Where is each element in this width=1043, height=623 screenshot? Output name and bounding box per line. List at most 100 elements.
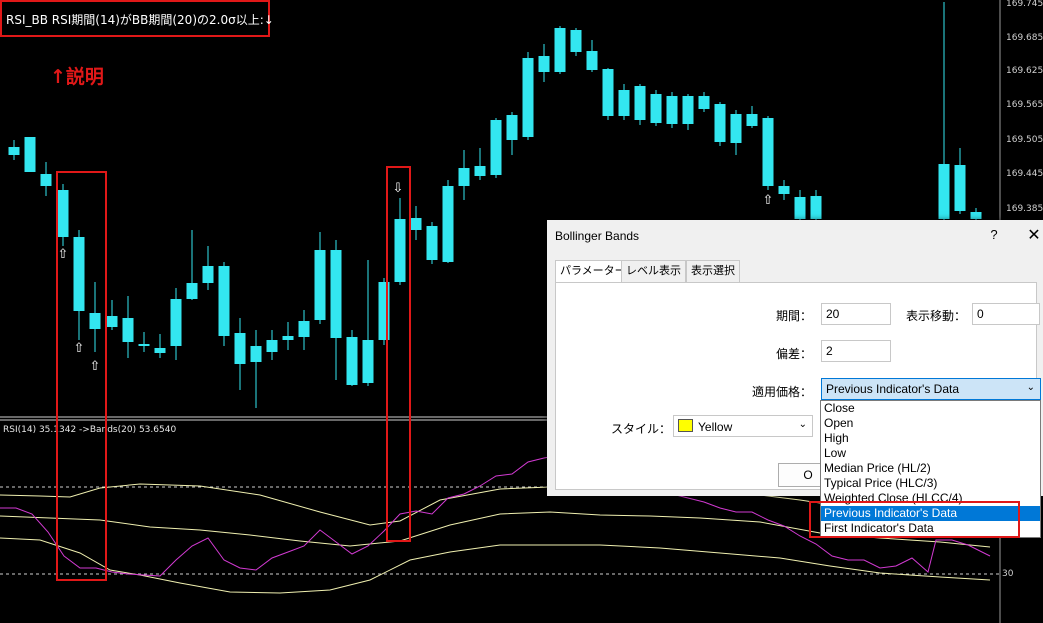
- candlestick: [218, 266, 230, 336]
- option-low[interactable]: Low: [821, 446, 1040, 461]
- candlestick: [538, 56, 550, 72]
- candlestick: [40, 174, 52, 186]
- candlestick: [810, 196, 822, 219]
- candlestick: [570, 30, 582, 52]
- candlestick: [522, 58, 534, 137]
- candlestick: [106, 316, 118, 327]
- candlestick: [57, 190, 69, 237]
- explain-label: ↑説明: [50, 66, 104, 88]
- lower-band: [0, 537, 991, 594]
- candlestick: [330, 250, 342, 338]
- candlestick: [714, 104, 726, 142]
- candlestick: [186, 283, 198, 299]
- candlestick: [506, 115, 518, 140]
- candlestick: [618, 90, 630, 116]
- candlestick: [682, 96, 694, 124]
- candlestick: [794, 197, 806, 219]
- candlestick: [666, 96, 678, 124]
- tab-levels[interactable]: レベル表示: [621, 260, 686, 282]
- apply-to-dropdown: Close Open High Low Median Price (HL/2) …: [820, 400, 1041, 538]
- candlestick: [650, 94, 662, 123]
- candlestick: [554, 28, 566, 72]
- style-color-value: Yellow: [698, 420, 733, 434]
- candlestick: [586, 51, 598, 70]
- candlestick: [138, 344, 150, 346]
- candlestick: [458, 168, 470, 186]
- close-icon[interactable]: ✕: [1027, 225, 1041, 245]
- signal-arrow-icon: ⇧: [74, 341, 85, 356]
- option-typical-price[interactable]: Typical Price (HLC/3): [821, 476, 1040, 491]
- candlestick: [730, 114, 742, 143]
- chevron-down-icon: ⌄: [1026, 382, 1035, 393]
- apply-to-label: 適用価格：: [751, 385, 812, 399]
- candlestick: [490, 120, 502, 175]
- price-label: 169.625: [1006, 66, 1043, 76]
- dialog-title: Bollinger Bands: [555, 229, 640, 243]
- candlestick: [250, 346, 262, 362]
- candlestick: [762, 118, 774, 186]
- deviation-input[interactable]: 2: [821, 340, 891, 362]
- candlestick: [346, 337, 358, 385]
- period-label: 期間：: [775, 309, 812, 323]
- signal-arrow-icon: ⇧: [763, 193, 774, 208]
- candlestick: [746, 114, 758, 126]
- candlestick: [634, 86, 646, 120]
- candlestick: [378, 282, 390, 340]
- candlestick: [954, 165, 966, 211]
- price-label: 169.745: [1006, 0, 1043, 9]
- option-weighted-close[interactable]: Weighted Close (HLCC/4): [821, 491, 1040, 506]
- deviation-label: 偏差：: [775, 347, 812, 361]
- candlestick: [474, 166, 486, 176]
- apply-to-value: Previous Indicator's Data: [826, 382, 960, 396]
- tab-visualization[interactable]: 表示選択: [686, 260, 740, 282]
- help-button[interactable]: ?: [987, 227, 1001, 242]
- option-median-price[interactable]: Median Price (HL/2): [821, 461, 1040, 476]
- candlestick: [970, 212, 982, 219]
- candlestick: [426, 226, 438, 260]
- price-label: 169.445: [1006, 169, 1043, 179]
- candlestick: [442, 186, 454, 262]
- rsi-level-label: 30: [1002, 569, 1014, 579]
- rsi-subwindow-label: RSI(14) 35.1342 ->Bands(20) 53.6540: [3, 425, 177, 435]
- candlestick: [170, 299, 182, 346]
- option-high[interactable]: High: [821, 431, 1040, 446]
- signal-arrow-icon: ⇧: [90, 359, 101, 374]
- candlestick: [73, 237, 85, 311]
- candlestick: [24, 137, 36, 172]
- option-previous-indicator[interactable]: Previous Indicator's Data: [821, 506, 1040, 521]
- chevron-down-icon: ⌄: [798, 419, 807, 430]
- price-label: 169.385: [1006, 204, 1043, 214]
- candlestick: [202, 266, 214, 283]
- signal-arrow-icon: ⇧: [58, 247, 69, 262]
- candlestick: [266, 340, 278, 352]
- candlestick: [410, 218, 422, 230]
- price-label: 169.565: [1006, 100, 1043, 110]
- signal-arrow-icon: ⇩: [393, 181, 404, 196]
- shift-label: 表示移動：: [905, 309, 966, 323]
- candlestick: [122, 318, 134, 342]
- candlestick: [602, 69, 614, 116]
- shift-input[interactable]: 0: [972, 303, 1040, 325]
- option-close[interactable]: Close: [821, 401, 1040, 416]
- period-input[interactable]: 20: [821, 303, 891, 325]
- candlestick: [8, 147, 20, 155]
- option-first-indicator[interactable]: First Indicator's Data: [821, 521, 1040, 536]
- style-color-select[interactable]: Yellow ⌄: [673, 415, 813, 437]
- candlestick: [282, 336, 294, 340]
- candlestick: [394, 219, 406, 282]
- description-frame: RSI_BB RSI期間(14)がBB期間(20)の2.0σ以上:↓: [0, 0, 274, 37]
- candlestick: [154, 348, 166, 353]
- indicator-title: RSI_BB RSI期間(14)がBB期間(20)の2.0σ以上:↓: [6, 13, 274, 27]
- candlestick: [234, 333, 246, 364]
- candlestick: [698, 96, 710, 109]
- option-open[interactable]: Open: [821, 416, 1040, 431]
- price-label: 169.685: [1006, 33, 1043, 43]
- apply-to-select[interactable]: Previous Indicator's Data ⌄: [821, 378, 1041, 400]
- price-label: 169.505: [1006, 135, 1043, 145]
- candlestick: [938, 164, 950, 219]
- candlestick: [298, 321, 310, 337]
- color-swatch: [678, 419, 693, 432]
- candlestick: [314, 250, 326, 320]
- tab-parameters[interactable]: パラメーター: [555, 260, 631, 283]
- style-label: スタイル：: [610, 422, 671, 436]
